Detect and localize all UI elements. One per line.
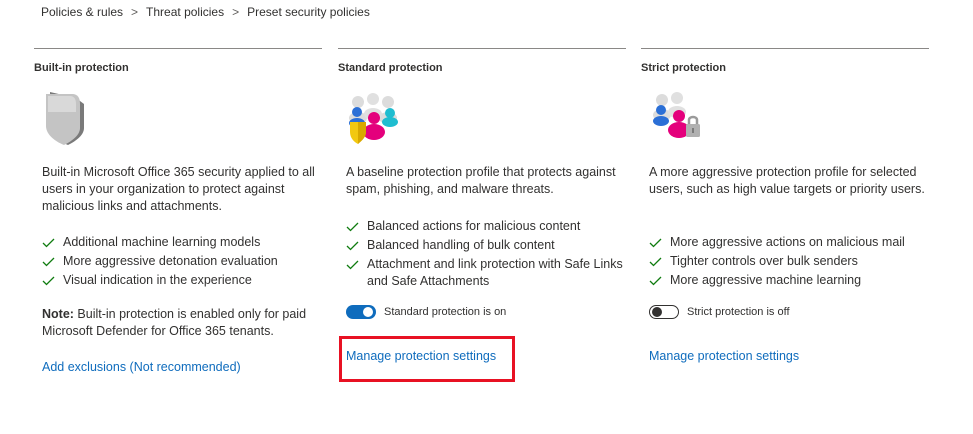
standard-protection-description: A baseline protection profile that prote… [346, 165, 616, 196]
checkmark-icon [649, 234, 670, 253]
strict-protection-description: A more aggressive protection profile for… [649, 165, 925, 196]
feature-text: Balanced handling of bulk content [367, 238, 555, 252]
strict-protection-card: Strict protection A more aggressive prot… [641, 48, 929, 363]
standard-protection-title: Standard protection [338, 62, 443, 74]
standard-protection-toggle-row: Standard protection is on [346, 305, 506, 319]
list-item: Balanced actions for malicious content [346, 218, 626, 237]
standard-protection-toggle-label: Standard protection is on [384, 306, 507, 318]
strict-protection-toggle[interactable] [649, 305, 679, 319]
checkmark-icon [649, 253, 670, 272]
checkmark-icon [346, 256, 367, 275]
builtin-protection-note: Note: Built-in protection is enabled onl… [42, 306, 327, 340]
users-with-lock-illustration [649, 88, 709, 148]
list-item: Additional machine learning models [42, 234, 322, 253]
list-item: Visual indication in the experience [42, 272, 322, 291]
feature-text: Additional machine learning models [63, 235, 261, 249]
note-text: Built-in protection is enabled only for … [42, 307, 307, 338]
manage-strict-protection-settings-link[interactable]: Manage protection settings [649, 349, 799, 363]
list-item: Tighter controls over bulk senders [649, 253, 929, 272]
standard-protection-feature-list: Balanced actions for malicious content B… [346, 218, 626, 290]
breadcrumb-separator: > [131, 5, 139, 19]
note-label: Note: [42, 307, 74, 321]
breadcrumb-current-page: Preset security policies [247, 5, 370, 19]
breadcrumb: Policies & rules > Threat policies > Pre… [41, 5, 370, 19]
strict-protection-toggle-row: Strict protection is off [649, 305, 790, 319]
toggle-knob [652, 307, 662, 317]
feature-text: More aggressive actions on malicious mai… [670, 235, 905, 249]
toggle-knob [363, 307, 373, 317]
standard-protection-card: Standard protection A baseline protectio… [338, 48, 626, 363]
checkmark-icon [42, 272, 63, 291]
card-divider [641, 48, 929, 49]
feature-text: Attachment and link protection with Safe… [367, 257, 623, 288]
breadcrumb-policies-rules[interactable]: Policies & rules [41, 5, 123, 19]
list-item: Balanced handling of bulk content [346, 237, 626, 256]
strict-protection-title: Strict protection [641, 62, 726, 74]
builtin-protection-title: Built-in protection [34, 62, 129, 74]
feature-text: More aggressive machine learning [670, 273, 862, 287]
feature-text: Tighter controls over bulk senders [670, 254, 858, 268]
feature-text: Visual indication in the experience [63, 273, 252, 287]
list-item: More aggressive detonation evaluation [42, 253, 322, 272]
card-divider [34, 48, 322, 49]
builtin-protection-card: Built-in protection Built-in Microsoft O… [34, 48, 322, 374]
breadcrumb-separator: > [232, 5, 240, 19]
feature-text: Balanced actions for malicious content [367, 219, 581, 233]
grey-shield-illustration [44, 88, 104, 148]
list-item: More aggressive actions on malicious mai… [649, 234, 929, 253]
builtin-protection-description: Built-in Microsoft Office 365 security a… [42, 165, 315, 213]
checkmark-icon [346, 218, 367, 237]
list-item: More aggressive machine learning [649, 272, 929, 291]
checkmark-icon [42, 234, 63, 253]
users-with-shield-illustration [344, 88, 404, 148]
add-exclusions-link[interactable]: Add exclusions (Not recommended) [42, 360, 241, 374]
feature-text: More aggressive detonation evaluation [63, 254, 278, 268]
checkmark-icon [346, 237, 367, 256]
builtin-protection-feature-list: Additional machine learning models More … [42, 234, 322, 291]
strict-protection-feature-list: More aggressive actions on malicious mai… [649, 234, 929, 291]
breadcrumb-threat-policies[interactable]: Threat policies [146, 5, 224, 19]
card-divider [338, 48, 626, 49]
highlight-annotation-box [339, 336, 515, 382]
strict-protection-toggle-label: Strict protection is off [687, 306, 790, 318]
checkmark-icon [649, 272, 670, 291]
checkmark-icon [42, 253, 63, 272]
list-item: Attachment and link protection with Safe… [346, 256, 626, 290]
standard-protection-toggle[interactable] [346, 305, 376, 319]
